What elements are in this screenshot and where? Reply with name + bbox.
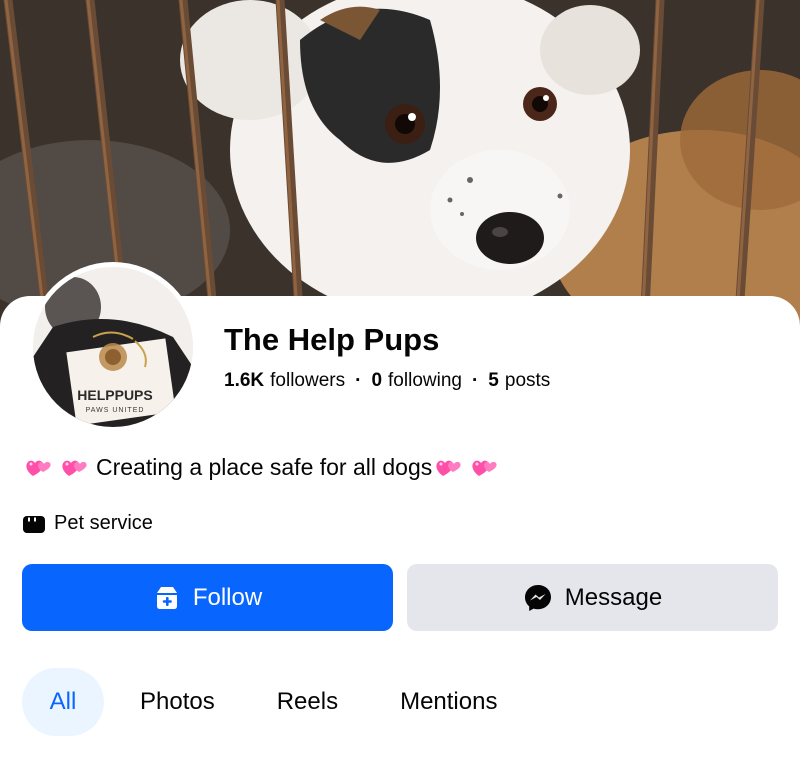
tab-photos[interactable]: Photos	[114, 668, 241, 736]
tab-reels[interactable]: Reels	[251, 668, 364, 736]
posts-count: 5	[488, 370, 499, 391]
profile-avatar[interactable]: HELPPUPS PAWS UNITED	[28, 262, 198, 432]
following-label: following	[388, 370, 462, 391]
messenger-icon	[523, 583, 553, 613]
profile-stats: 1.6K followers · 0 following · 5 posts	[224, 370, 550, 392]
following-count: 0	[371, 370, 383, 391]
profile-tabs: All Photos Reels Mentions	[22, 668, 533, 736]
tab-mentions[interactable]: Mentions	[374, 668, 523, 736]
following-link[interactable]: 0 following	[371, 370, 462, 392]
category-icon	[22, 514, 46, 534]
profile-bio: Creating a place safe for all dogs	[24, 452, 506, 482]
stats-separator: ·	[355, 370, 362, 391]
followers-link[interactable]: 1.6K followers	[224, 370, 345, 392]
profile-category: Pet service	[22, 512, 153, 535]
heart-icon	[60, 452, 90, 482]
followers-label: followers	[270, 370, 346, 391]
message-button[interactable]: Message	[407, 564, 778, 631]
tab-all[interactable]: All	[22, 668, 104, 736]
posts-link[interactable]: 5 posts	[488, 370, 550, 392]
category-label: Pet service	[54, 512, 153, 534]
stats-separator: ·	[471, 370, 479, 391]
follow-label: Follow	[192, 583, 263, 611]
heart-icon	[24, 452, 54, 482]
avatar-image: HELPPUPS PAWS UNITED	[33, 267, 193, 427]
bio-text: Creating a place safe for all dogs	[96, 453, 433, 480]
page-title: The Help Pups	[224, 322, 440, 357]
posts-label: posts	[504, 370, 551, 391]
follow-icon	[153, 584, 181, 612]
followers-count: 1.6K	[224, 370, 265, 391]
avatar-logo-illustration: HELPPUPS PAWS UNITED	[33, 267, 193, 427]
avatar-logo-text: HELPPUPS	[77, 387, 152, 403]
heart-icon	[470, 452, 500, 482]
message-label: Message	[564, 583, 663, 611]
follow-button[interactable]: Follow	[22, 564, 393, 631]
avatar-logo-subtext: PAWS UNITED	[86, 407, 145, 414]
heart-icon	[434, 452, 464, 482]
